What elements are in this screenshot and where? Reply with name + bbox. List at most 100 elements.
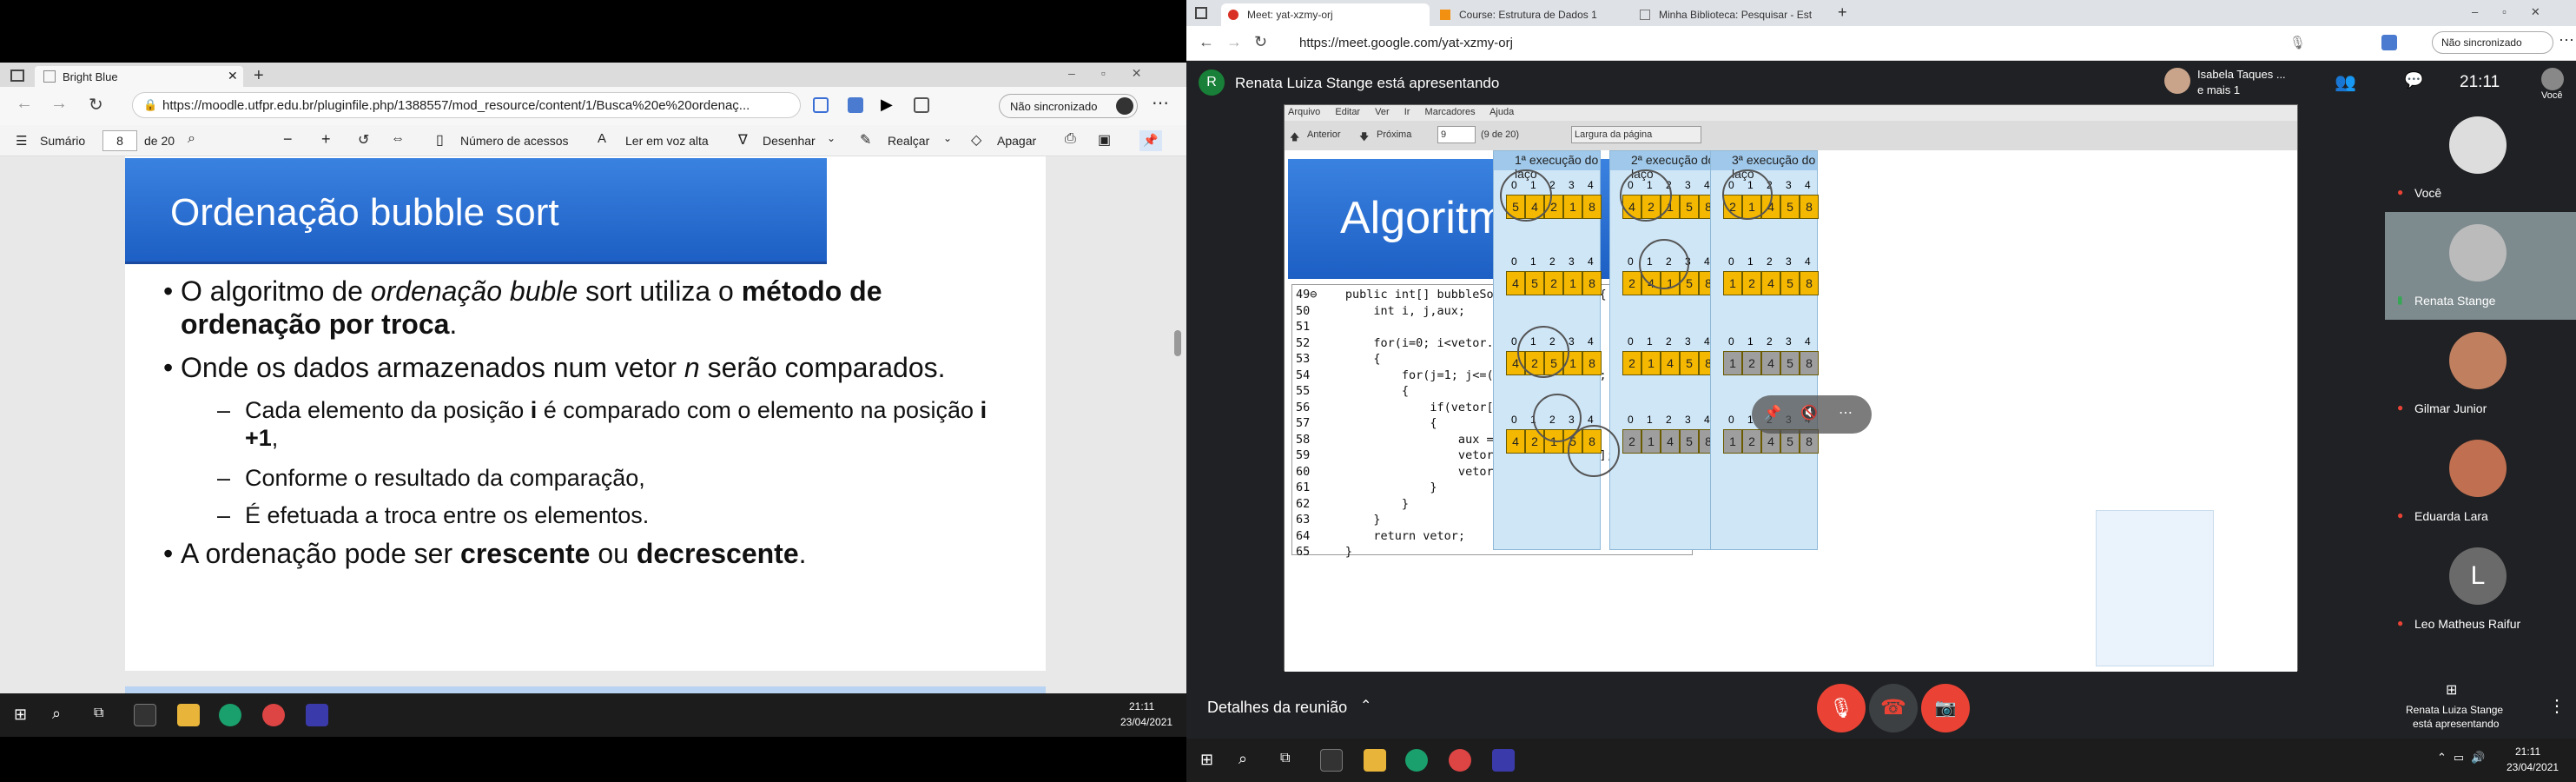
taskbar-clock-time[interactable]: 21:11 [1129, 700, 1154, 712]
pin-toolbar-icon[interactable]: 📌 [1139, 130, 1162, 151]
window-controls[interactable]: –▫✕ [1068, 66, 1167, 81]
read-aloud-button[interactable]: Ler em voz alta [625, 134, 709, 148]
participant-tile[interactable]: ● Eduarda Lara [2385, 427, 2576, 535]
pin-icon[interactable]: 📌 [1764, 404, 1781, 421]
save-icon[interactable]: ▣ [1098, 131, 1111, 149]
mic-off-button[interactable]: 🎙 [1817, 684, 1866, 732]
contents-button[interactable]: Sumário [40, 134, 85, 148]
participant-tile[interactable]: ▮ Renata Stange [2385, 212, 2576, 320]
file-explorer-icon[interactable] [177, 704, 200, 726]
chevron-down-icon[interactable]: ⌄ [827, 132, 836, 144]
tab-meet[interactable]: Meet: yat-xzmy-orj [1221, 3, 1430, 26]
window-controls[interactable]: –▫✕ [2472, 5, 2565, 19]
task-view-icon[interactable]: ⧉ [1280, 751, 1290, 766]
menu-help[interactable]: Ajuda [1489, 107, 1514, 117]
print-icon[interactable]: ⎙ [1065, 131, 1076, 147]
menu-file[interactable]: Arquivo [1288, 107, 1320, 117]
extension-icon[interactable] [2381, 35, 2397, 50]
terminal-icon[interactable] [1320, 749, 1343, 772]
scrollbar-thumb[interactable] [1174, 330, 1181, 356]
tab-actions-icon[interactable] [1195, 7, 1207, 19]
prev-page-button[interactable]: Anterior [1307, 129, 1341, 140]
close-tab-icon[interactable]: ✕ [228, 69, 238, 83]
media-play-icon[interactable]: ▶ [881, 96, 893, 114]
collections-button-icon[interactable] [914, 97, 929, 113]
next-page-button[interactable]: Próxima [1377, 129, 1411, 140]
more-options-icon[interactable]: ⋯ [2559, 31, 2574, 50]
mute-icon[interactable]: 🔇 [1800, 404, 1818, 421]
new-tab-icon[interactable]: + [1838, 3, 1847, 22]
highlight-button[interactable]: Realçar [888, 134, 929, 148]
forward-icon[interactable]: → [1226, 33, 1242, 51]
microphone-icon[interactable]: 🎙 [2289, 35, 2306, 50]
more-options-icon[interactable]: ⋮ [2548, 695, 2566, 717]
people-icon[interactable]: 👥 [2335, 71, 2356, 93]
page-input[interactable]: 9 [1437, 126, 1476, 143]
start-icon[interactable]: ⊞ [1200, 751, 1213, 769]
back-icon[interactable]: ← [1199, 33, 1214, 51]
ide-icon[interactable] [306, 704, 328, 726]
fit-page-icon[interactable]: ⇔ [391, 131, 405, 147]
tab-library[interactable]: Minha Biblioteca: Pesquisar - Est [1633, 3, 1829, 26]
menu-go[interactable]: Ir [1404, 107, 1410, 117]
task-view-icon[interactable]: ⧉ [94, 706, 103, 721]
chrome-browser-icon[interactable] [1449, 749, 1471, 772]
zoom-out-icon[interactable]: − [283, 130, 293, 149]
taskbar-clock-time[interactable]: 21:11 [2515, 746, 2540, 758]
menu-edit[interactable]: Editar [1335, 107, 1360, 117]
ide-icon[interactable] [1492, 749, 1515, 772]
viewer-text-1: Isabela Taques ... [2197, 68, 2286, 81]
page-view-icon[interactable]: ▯ [436, 131, 444, 149]
search-icon[interactable]: ⌕ [1238, 750, 1247, 768]
sync-status-button[interactable]: Não sincronizado [999, 94, 1138, 118]
start-icon[interactable]: ⊞ [14, 706, 27, 724]
menu-view[interactable]: Ver [1375, 107, 1390, 117]
search-icon[interactable]: ⌕ [188, 131, 195, 147]
hang-up-button[interactable]: ☎ [1869, 684, 1918, 732]
sync-status-button[interactable]: Não sincronizado [2432, 31, 2553, 54]
erase-button[interactable]: Apagar [997, 134, 1036, 148]
tab-actions-icon[interactable] [10, 70, 24, 82]
extension-icon[interactable] [813, 97, 829, 113]
meeting-details-button[interactable]: Detalhes da reunião [1207, 699, 1347, 717]
page-number-input[interactable]: 8 [102, 130, 137, 151]
participant-tile[interactable]: ● Gilmar Junior [2385, 320, 2576, 427]
tab-course[interactable]: Course: Estrutura de Dados 1 [1433, 3, 1629, 26]
forward-icon[interactable]: → [50, 94, 68, 114]
chrome-browser-icon[interactable] [262, 704, 285, 726]
zoom-select[interactable]: Largura da página [1571, 126, 1701, 143]
file-explorer-icon[interactable] [1364, 749, 1386, 772]
system-tray-icons[interactable]: ⌃▭🔊 [2437, 751, 2492, 765]
chevron-up-icon[interactable]: ⌃ [1360, 697, 1371, 714]
edge-browser-icon[interactable] [219, 704, 241, 726]
participant-tile[interactable]: L ● Leo Matheus Raifur [2385, 535, 2576, 643]
draw-button[interactable]: Desenhar [763, 134, 816, 148]
taskbar-clock-date[interactable]: 23/04/2021 [1120, 716, 1172, 728]
new-tab-icon[interactable]: + [254, 66, 264, 86]
address-input[interactable]: https://meet.google.com/yat-xzmy-orj [1291, 31, 2246, 56]
overlay-controls[interactable]: 📌 🔇 ⋯ [1752, 395, 1872, 434]
address-input[interactable]: 🔒 https://moodle.utfpr.edu.br/pluginfile… [132, 92, 801, 118]
back-icon[interactable]: ← [16, 94, 33, 114]
search-icon[interactable]: ⌕ [52, 705, 61, 723]
contents-icon[interactable]: ☰ [16, 133, 27, 149]
participant-tile[interactable]: ● Você [2385, 104, 2576, 212]
menu-bookmarks[interactable]: Marcadores [1425, 107, 1476, 117]
refresh-icon[interactable]: ↻ [89, 94, 103, 116]
more-icon[interactable]: ⋯ [1839, 404, 1853, 421]
collections-icon[interactable] [848, 97, 863, 113]
rotate-icon[interactable]: ↺ [358, 131, 369, 149]
edge-browser-icon[interactable] [1405, 749, 1428, 772]
terminal-icon[interactable] [134, 704, 156, 726]
presenting-icon[interactable]: ⊞ [2446, 681, 2457, 699]
camera-off-button[interactable]: 📷 [1921, 684, 1970, 732]
chat-icon[interactable]: 💬 [2404, 71, 2423, 89]
zoom-in-icon[interactable]: + [321, 130, 331, 149]
taskbar-clock-date[interactable]: 23/04/2021 [2507, 761, 2559, 773]
tab-bright-blue[interactable]: Bright Blue ✕ [35, 66, 243, 87]
more-options-icon[interactable]: ⋯ [1152, 92, 1169, 114]
index-label: 3 [1786, 335, 1792, 348]
access-count-button[interactable]: Número de acessos [460, 134, 569, 148]
refresh-icon[interactable]: ↻ [1254, 33, 1267, 51]
chevron-down-icon[interactable]: ⌄ [943, 132, 952, 144]
